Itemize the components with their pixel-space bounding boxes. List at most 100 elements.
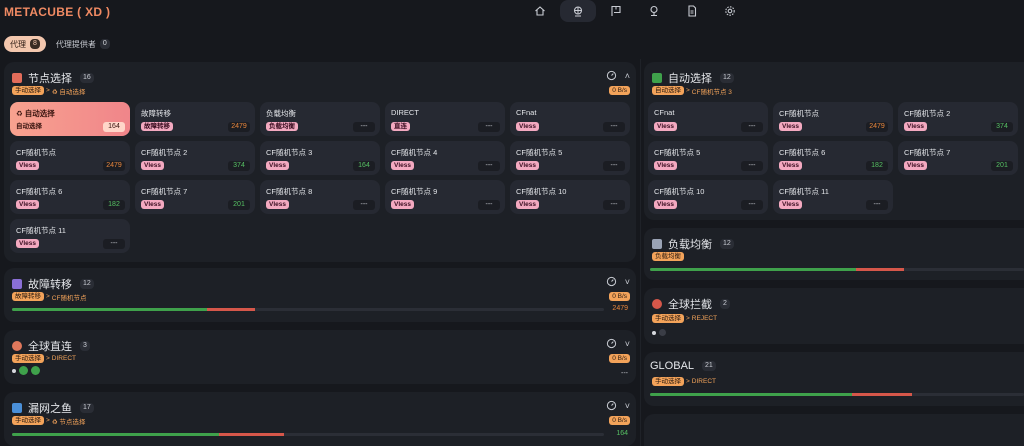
proxy-latency[interactable]: 182 — [103, 200, 125, 210]
proxy-card[interactable]: CFnat Vless --- — [648, 102, 768, 136]
tab-proxies[interactable]: 代理 8 — [4, 36, 46, 52]
group-crumb: 手动选择 > DIRECT — [652, 377, 716, 386]
proxy-latency[interactable]: 164 — [353, 161, 375, 171]
dot-selected[interactable] — [12, 368, 16, 373]
chevron-down-icon[interactable]: ˅ — [625, 339, 630, 349]
speedometer-icon[interactable] — [606, 400, 617, 411]
proxy-card[interactable]: CF随机节点 10 Vless --- — [648, 180, 768, 214]
proxy-latency[interactable]: --- — [603, 122, 625, 132]
group-name: 漏网之鱼 — [28, 403, 72, 415]
app-title: METACUBE ( XD ) — [4, 5, 111, 19]
group-crumb: 手动选择 > ♻ 自动选择 — [12, 86, 85, 96]
proxy-latency[interactable]: 2479 — [228, 122, 250, 132]
group-title[interactable]: 自动选择 12 — [652, 70, 734, 86]
chevron-up-icon[interactable]: ˄ — [625, 71, 630, 81]
chevron-down-icon[interactable]: ˅ — [625, 277, 630, 287]
proxy-card[interactable]: CF随机节点 3 Vless 164 — [260, 141, 380, 175]
dot-proxy[interactable] — [19, 366, 28, 375]
group-title[interactable]: 故障转移 12 — [12, 276, 94, 292]
proxy-latency[interactable]: --- — [478, 200, 500, 210]
proxy-card[interactable]: DIRECT 直连 --- — [385, 102, 505, 136]
proxy-card[interactable]: CF随机节点 9 Vless --- — [385, 180, 505, 214]
proxy-latency[interactable]: 374 — [228, 161, 250, 171]
chevron-down-icon[interactable]: ˅ — [625, 401, 630, 411]
nav-logs[interactable] — [674, 0, 710, 22]
group-title[interactable]: 负载均衡 12 — [652, 236, 734, 252]
proxy-latency[interactable]: --- — [103, 239, 125, 249]
proxy-latency[interactable]: 201 — [991, 161, 1013, 171]
tab-count: 8 — [30, 39, 40, 49]
proxy-name: DIRECT — [391, 108, 419, 117]
proxy-card[interactable]: CF随机节点 11 Vless --- — [10, 219, 130, 253]
proxy-card[interactable]: 负载均衡 负载均衡 --- — [260, 102, 380, 136]
proxy-type-badge: Vless — [391, 200, 414, 209]
proxy-card[interactable]: CF随机节点 6 Vless 182 — [10, 180, 130, 214]
proxy-card[interactable]: CF随机节点 Vless 2479 — [10, 141, 130, 175]
group-title[interactable]: 全球拦截 2 — [652, 296, 730, 312]
dot-selected[interactable] — [652, 330, 656, 335]
proxy-card[interactable]: CF随机节点 8 Vless --- — [260, 180, 380, 214]
proxy-latency[interactable]: 2479 — [866, 122, 888, 132]
proxy-latency[interactable]: 201 — [228, 200, 250, 210]
proxy-card[interactable]: CFnat Vless --- — [510, 102, 630, 136]
nav-rules[interactable] — [598, 0, 634, 22]
proxy-card[interactable]: CF随机节点 10 Vless --- — [510, 180, 630, 214]
gear-icon — [725, 6, 735, 16]
proxy-latency[interactable]: --- — [741, 122, 763, 132]
chevron-right-icon: > — [46, 355, 50, 362]
proxy-card[interactable]: CF随机节点 2 Vless 374 — [135, 141, 255, 175]
proxy-latency[interactable]: --- — [353, 200, 375, 210]
group-reject: 全球拦截 2 手动选择 > REJECT — [644, 288, 1024, 344]
proxy-latency[interactable]: 182 — [866, 161, 888, 171]
proxy-name: CF随机节点 7 — [141, 187, 188, 196]
group-title[interactable]: 漏网之鱼 17 — [12, 400, 94, 416]
nav-home[interactable] — [522, 0, 558, 22]
bar-good — [12, 308, 208, 311]
speedometer-icon[interactable] — [606, 70, 617, 81]
nav-proxies[interactable] — [560, 0, 596, 22]
proxy-card[interactable]: CF随机节点 11 Vless --- — [773, 180, 893, 214]
proxy-latency[interactable]: --- — [478, 161, 500, 171]
speed-badge: 0 B/s — [609, 416, 630, 425]
proxy-latency[interactable]: 374 — [991, 122, 1013, 132]
proxy-card[interactable]: ♻ 自动选择 自动选择 164 — [10, 102, 130, 136]
tab-providers[interactable]: 代理提供者 0 — [50, 36, 116, 52]
nav-connections[interactable] — [636, 0, 672, 22]
proxy-latency[interactable]: --- — [603, 161, 625, 171]
proxy-card[interactable]: CF随机节点 7 Vless 201 — [135, 180, 255, 214]
group-title[interactable]: 节点选择 16 — [12, 70, 94, 86]
block-icon — [652, 299, 662, 309]
proxy-card[interactable]: 故障转移 故障转移 2479 — [135, 102, 255, 136]
proxy-card[interactable]: CF随机节点 4 Vless --- — [385, 141, 505, 175]
chevron-right-icon: > — [686, 87, 690, 94]
proxy-latency[interactable]: --- — [603, 200, 625, 210]
proxy-card[interactable]: CF随机节点 6 Vless 182 — [773, 141, 893, 175]
proxy-latency[interactable]: --- — [353, 122, 375, 132]
proxy-name: CF随机节点 10 — [516, 187, 567, 196]
group-crumb: 自动选择 > CF随机节点 3 — [652, 86, 732, 96]
group-name: 节点选择 — [28, 73, 72, 85]
proxy-card[interactable]: CF随机节点 Vless 2479 — [773, 102, 893, 136]
proxy-latency[interactable]: 2479 — [103, 161, 125, 171]
group-direct: 全球直连 3 手动选择 > DIRECT ˅ 0 B/s --- — [4, 330, 636, 384]
speedometer-icon[interactable] — [606, 338, 617, 349]
proxy-name: CF随机节点 4 — [391, 148, 438, 157]
bar-good — [650, 268, 856, 271]
proxy-latency[interactable]: --- — [741, 200, 763, 210]
proxy-name: CF随机节点 6 — [779, 148, 826, 157]
group-title[interactable]: 全球直连 3 — [12, 338, 90, 354]
group-title[interactable]: GLOBAL 21 — [650, 360, 716, 372]
dot-proxy[interactable] — [31, 366, 40, 375]
proxy-latency[interactable]: --- — [478, 122, 500, 132]
proxy-type-badge: Vless — [141, 200, 164, 209]
proxy-latency[interactable]: --- — [866, 200, 888, 210]
proxy-card[interactable]: CF随机节点 5 Vless --- — [648, 141, 768, 175]
proxy-card[interactable]: CF随机节点 7 Vless 201 — [898, 141, 1018, 175]
proxy-card[interactable]: CF随机节点 2 Vless 374 — [898, 102, 1018, 136]
proxy-latency[interactable]: 164 — [103, 122, 125, 132]
nav-settings[interactable] — [712, 0, 748, 22]
speedometer-icon[interactable] — [606, 276, 617, 287]
proxy-card[interactable]: CF随机节点 5 Vless --- — [510, 141, 630, 175]
proxy-latency[interactable]: --- — [741, 161, 763, 171]
dot-proxy[interactable] — [659, 329, 666, 336]
